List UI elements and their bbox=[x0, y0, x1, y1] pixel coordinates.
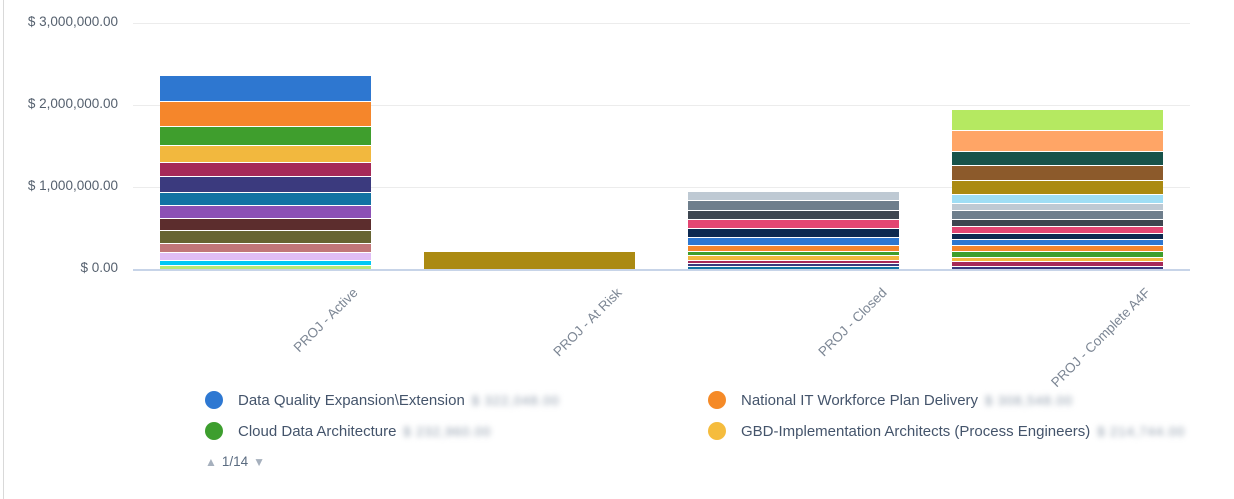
bar-segment[interactable] bbox=[952, 246, 1163, 251]
bar-segment[interactable] bbox=[424, 252, 635, 269]
chart-panel: $ 3,000,000.00 $ 2,000,000.00 $ 1,000,000.… bbox=[0, 0, 1234, 499]
bar-segment[interactable] bbox=[952, 252, 1163, 257]
bar-segment[interactable] bbox=[952, 181, 1163, 194]
legend-color-dot bbox=[205, 422, 223, 440]
bar-segment[interactable] bbox=[160, 127, 371, 145]
bar-segment[interactable] bbox=[952, 267, 1163, 269]
bar-segment[interactable] bbox=[160, 163, 371, 176]
x-axis-label-text: PROJ - Complete A4F bbox=[1049, 285, 1154, 390]
bar-segment[interactable] bbox=[160, 266, 371, 269]
bar-segment[interactable] bbox=[952, 220, 1163, 226]
bar-segment[interactable] bbox=[952, 110, 1163, 130]
legend-page-down-icon[interactable]: ▼ bbox=[253, 455, 265, 469]
x-axis-label-text: PROJ - Closed bbox=[815, 285, 889, 359]
y-axis-tick-label: $ 3,000,000.00 bbox=[0, 14, 118, 29]
bar-segment[interactable] bbox=[160, 206, 371, 218]
legend-item-value-blurred: $ 232,960.00 bbox=[403, 424, 491, 439]
x-axis-line bbox=[133, 269, 1190, 271]
legend-item-label: Cloud Data Architecture bbox=[238, 423, 396, 440]
y-axis-tick-label: $ 0.00 bbox=[0, 260, 118, 275]
bar-segment[interactable] bbox=[160, 102, 371, 126]
bar-segment[interactable] bbox=[688, 264, 899, 266]
legend-page-up-icon[interactable]: ▲ bbox=[205, 455, 217, 469]
chart-legend: Data Quality Expansion\Extension $ 322,04… bbox=[205, 389, 1185, 442]
bar-segment[interactable] bbox=[952, 166, 1163, 180]
legend-item-label: Data Quality Expansion\Extension bbox=[238, 392, 465, 409]
bar-segment[interactable] bbox=[688, 261, 899, 263]
legend-color-dot bbox=[708, 422, 726, 440]
legend-item-value-blurred: $ 322,048.00 bbox=[472, 393, 560, 408]
y-axis-tick-label: $ 1,000,000.00 bbox=[0, 178, 118, 193]
bar-segment[interactable] bbox=[160, 193, 371, 205]
legend-item[interactable]: GBD-Implementation Architects (Process E… bbox=[708, 420, 1185, 442]
bar-segment[interactable] bbox=[688, 238, 899, 245]
bar-segment[interactable] bbox=[688, 192, 899, 200]
bar-segment[interactable] bbox=[952, 204, 1163, 210]
legend-color-dot bbox=[708, 391, 726, 409]
bar-segment[interactable] bbox=[952, 152, 1163, 165]
legend-item[interactable]: Data Quality Expansion\Extension $ 322,04… bbox=[205, 389, 708, 411]
stacked-bar[interactable] bbox=[424, 23, 635, 269]
bar-segment[interactable] bbox=[952, 234, 1163, 239]
bar-segment[interactable] bbox=[688, 211, 899, 219]
bar-segment[interactable] bbox=[952, 262, 1163, 266]
bar-segment[interactable] bbox=[160, 76, 371, 101]
bar-segment[interactable] bbox=[952, 227, 1163, 233]
bar-segment[interactable] bbox=[688, 267, 899, 269]
bar-segment[interactable] bbox=[688, 252, 899, 255]
panel-left-border bbox=[3, 0, 4, 499]
bar-segment[interactable] bbox=[160, 146, 371, 162]
legend-item[interactable]: National IT Workforce Plan Delivery $ 308… bbox=[708, 389, 1185, 411]
bar-segment[interactable] bbox=[160, 244, 371, 252]
stacked-bar[interactable] bbox=[688, 23, 899, 269]
legend-item[interactable]: Cloud Data Architecture $ 232,960.00 bbox=[205, 420, 708, 442]
bar-segment[interactable] bbox=[688, 201, 899, 210]
bar-segment[interactable] bbox=[160, 177, 371, 192]
bar-segment[interactable] bbox=[160, 261, 371, 265]
x-axis-label-text: PROJ - At Risk bbox=[550, 285, 624, 359]
stacked-bar[interactable] bbox=[952, 23, 1163, 269]
bar-segment[interactable] bbox=[952, 131, 1163, 151]
bar-segment[interactable] bbox=[160, 219, 371, 230]
legend-item-label: National IT Workforce Plan Delivery bbox=[741, 392, 978, 409]
bar-segment[interactable] bbox=[688, 246, 899, 251]
bar-segment[interactable] bbox=[952, 258, 1163, 261]
bar-segment[interactable] bbox=[952, 211, 1163, 219]
bar-segment[interactable] bbox=[952, 195, 1163, 203]
legend-pager: ▲ 1/14 ▼ bbox=[205, 454, 265, 469]
legend-page-indicator: 1/14 bbox=[222, 454, 248, 469]
bar-segment[interactable] bbox=[688, 229, 899, 237]
x-axis-label-text: PROJ - Active bbox=[291, 285, 361, 355]
bar-segment[interactable] bbox=[688, 220, 899, 228]
bar-segment[interactable] bbox=[952, 240, 1163, 245]
bar-segment[interactable] bbox=[688, 256, 899, 260]
bar-segment[interactable] bbox=[160, 231, 371, 243]
legend-item-label: GBD-Implementation Architects (Process E… bbox=[741, 423, 1090, 440]
y-axis-tick-label: $ 2,000,000.00 bbox=[0, 96, 118, 111]
stacked-bar[interactable] bbox=[160, 23, 371, 269]
bar-segment[interactable] bbox=[160, 253, 371, 260]
legend-color-dot bbox=[205, 391, 223, 409]
legend-item-value-blurred: $ 214,744.00 bbox=[1097, 424, 1185, 439]
legend-item-value-blurred: $ 308,548.00 bbox=[985, 393, 1073, 408]
